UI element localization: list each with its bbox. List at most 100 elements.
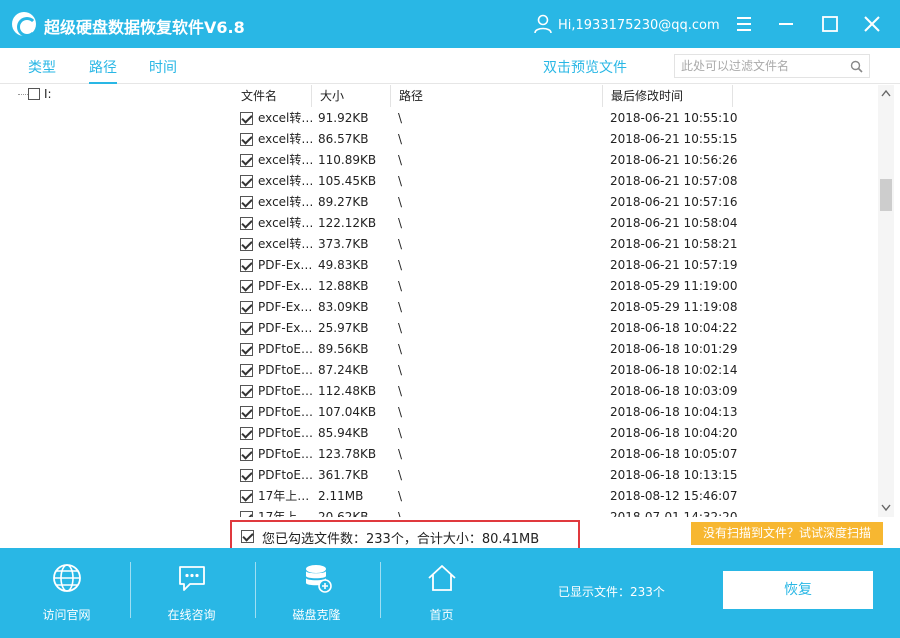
scroll-thumb[interactable] (880, 179, 892, 211)
nav-home-label: 首页 (429, 608, 454, 622)
deep-scan-button[interactable]: 没有扫描到文件？试试深度扫描 (691, 522, 883, 545)
maximize-icon[interactable] (816, 10, 844, 38)
row-checkbox[interactable] (240, 175, 253, 188)
file-name-cell: 17年上… (258, 489, 310, 503)
table-row[interactable]: PDFtoE… 112.48KB \ 2018-06-18 10:03:09 (233, 381, 878, 402)
row-checkbox[interactable] (240, 448, 253, 461)
row-checkbox[interactable] (240, 217, 253, 230)
table-body: excel转… 91.92KB \ 2018-06-21 10:55:10 excel转… (233, 108, 878, 517)
row-checkbox[interactable] (240, 196, 253, 209)
row-checkbox[interactable] (240, 301, 253, 314)
row-checkbox[interactable] (240, 238, 253, 251)
table-row[interactable]: excel转… 122.12KB \ 2018-06-21 10:58:04 (233, 213, 878, 234)
column-header-name[interactable]: 文件名 (233, 85, 312, 107)
file-size-cell: 49.83KB (318, 258, 369, 272)
table-row[interactable]: excel转… 89.27KB \ 2018-06-21 10:57:16 (233, 192, 878, 213)
menu-icon[interactable] (730, 10, 758, 38)
file-name-cell: excel转… (258, 153, 312, 167)
table-row[interactable]: PDFtoE… 123.78KB \ 2018-06-18 10:05:07 (233, 444, 878, 465)
tree-root-label[interactable]: I: (44, 87, 52, 101)
table-row[interactable]: PDF-Ex… 49.83KB \ 2018-06-21 10:57:19 (233, 255, 878, 276)
column-header-modified[interactable]: 最后修改时间 (603, 85, 733, 107)
nav-home-button[interactable]: 首页 (379, 548, 504, 638)
tab-path[interactable]: 路径 (89, 57, 117, 84)
table-row[interactable]: PDFtoE… 85.94KB \ 2018-06-18 10:04:20 (233, 423, 878, 444)
file-path-cell: \ (398, 279, 403, 293)
row-checkbox[interactable] (240, 343, 253, 356)
file-size-cell: 105.45KB (318, 174, 377, 188)
tab-type[interactable]: 类型 (28, 57, 56, 77)
user-icon[interactable] (534, 14, 552, 34)
file-size-cell: 25.97KB (318, 321, 369, 335)
file-size-cell: 89.27KB (318, 195, 369, 209)
shown-files-count: 已显示文件：233个 (558, 585, 665, 599)
table-row[interactable]: excel转… 105.45KB \ 2018-06-21 10:57:08 (233, 171, 878, 192)
file-modified-cell: 2018-06-18 10:02:14 (610, 363, 738, 377)
file-size-cell: 107.04KB (318, 405, 377, 419)
recover-button[interactable]: 恢复 (723, 571, 873, 609)
file-path-cell: \ (398, 237, 403, 251)
file-name-cell: excel转… (258, 195, 312, 209)
file-modified-cell: 2018-07-01 14:32:20 (610, 510, 738, 517)
row-checkbox[interactable] (240, 469, 253, 482)
nav-clone-label: 磁盘克隆 (292, 608, 341, 622)
home-icon (428, 565, 456, 591)
file-name-cell: PDF-Ex… (258, 300, 312, 314)
filter-input[interactable] (681, 58, 841, 74)
file-path-cell: \ (398, 468, 403, 482)
table-row[interactable]: 17年上… 2.11MB \ 2018-08-12 15:46:07 (233, 486, 878, 507)
nav-clone-button[interactable]: 磁盘克隆 (254, 548, 379, 638)
file-modified-cell: 2018-06-21 10:57:16 (610, 195, 738, 209)
select-all-checkbox[interactable] (241, 530, 254, 543)
row-checkbox[interactable] (240, 385, 253, 398)
table-row[interactable]: excel转… 91.92KB \ 2018-06-21 10:55:10 (233, 108, 878, 129)
file-name-cell: PDF-Ex… (258, 279, 312, 293)
file-modified-cell: 2018-06-18 10:03:09 (610, 384, 738, 398)
close-icon[interactable] (858, 10, 886, 38)
table-row[interactable]: PDFtoE… 87.24KB \ 2018-06-18 10:02:14 (233, 360, 878, 381)
tree-root-checkbox[interactable] (28, 88, 40, 100)
title-bar: 超级硬盘数据恢复软件V6.8 Hi,1933175230@qq.com (0, 0, 900, 48)
row-checkbox[interactable] (240, 406, 253, 419)
nav-consult-label: 在线咨询 (167, 608, 216, 622)
table-row[interactable]: PDF-Ex… 12.88KB \ 2018-05-29 11:19:00 (233, 276, 878, 297)
table-header: 文件名 大小 路径 最后修改时间 (233, 85, 878, 107)
filter-box[interactable] (674, 54, 870, 78)
row-checkbox[interactable] (240, 364, 253, 377)
table-row[interactable]: PDFtoE… 89.56KB \ 2018-06-18 10:01:29 (233, 339, 878, 360)
scroll-down-icon[interactable] (881, 504, 891, 512)
table-row[interactable]: 17年上… 20.62KB \ 2018-07-01 14:32:20 (233, 507, 878, 517)
row-checkbox[interactable] (240, 112, 253, 125)
nav-consult-button[interactable]: 在线咨询 (129, 548, 254, 638)
table-row[interactable]: excel转… 373.7KB \ 2018-06-21 10:58:21 (233, 234, 878, 255)
selection-summary-text: 您已勾选文件数：233个，合计大小：80.41MB (262, 532, 540, 547)
column-header-size[interactable]: 大小 (312, 85, 391, 107)
file-modified-cell: 2018-06-18 10:13:15 (610, 468, 738, 482)
table-row[interactable]: excel转… 110.89KB \ 2018-06-21 10:56:26 (233, 150, 878, 171)
table-row[interactable]: PDF-Ex… 25.97KB \ 2018-06-18 10:04:22 (233, 318, 878, 339)
scroll-up-icon[interactable] (881, 89, 891, 97)
user-email[interactable]: Hi,1933175230@qq.com (558, 18, 720, 33)
table-row[interactable]: PDFtoE… 361.7KB \ 2018-06-18 10:13:15 (233, 465, 878, 486)
folder-tree: I: (0, 85, 232, 548)
row-checkbox[interactable] (240, 154, 253, 167)
column-header-path[interactable]: 路径 (391, 85, 603, 107)
row-checkbox[interactable] (240, 427, 253, 440)
row-checkbox[interactable] (240, 322, 253, 335)
tab-time[interactable]: 时间 (149, 57, 177, 77)
row-checkbox[interactable] (240, 259, 253, 272)
row-checkbox[interactable] (240, 490, 253, 503)
nav-website-button[interactable]: 访问官网 (4, 548, 129, 638)
row-checkbox[interactable] (240, 280, 253, 293)
file-modified-cell: 2018-08-12 15:46:07 (610, 489, 738, 503)
vertical-scrollbar[interactable] (878, 85, 894, 517)
minimize-icon[interactable] (772, 10, 800, 38)
row-checkbox[interactable] (240, 133, 253, 146)
database-icon (306, 565, 332, 593)
table-row[interactable]: excel转… 86.57KB \ 2018-06-21 10:55:15 (233, 129, 878, 150)
file-modified-cell: 2018-05-29 11:19:00 (610, 279, 738, 293)
table-row[interactable]: PDF-Ex… 83.09KB \ 2018-05-29 11:19:08 (233, 297, 878, 318)
file-modified-cell: 2018-06-21 10:57:08 (610, 174, 738, 188)
table-row[interactable]: PDFtoE… 107.04KB \ 2018-06-18 10:04:13 (233, 402, 878, 423)
search-icon[interactable] (850, 60, 863, 73)
